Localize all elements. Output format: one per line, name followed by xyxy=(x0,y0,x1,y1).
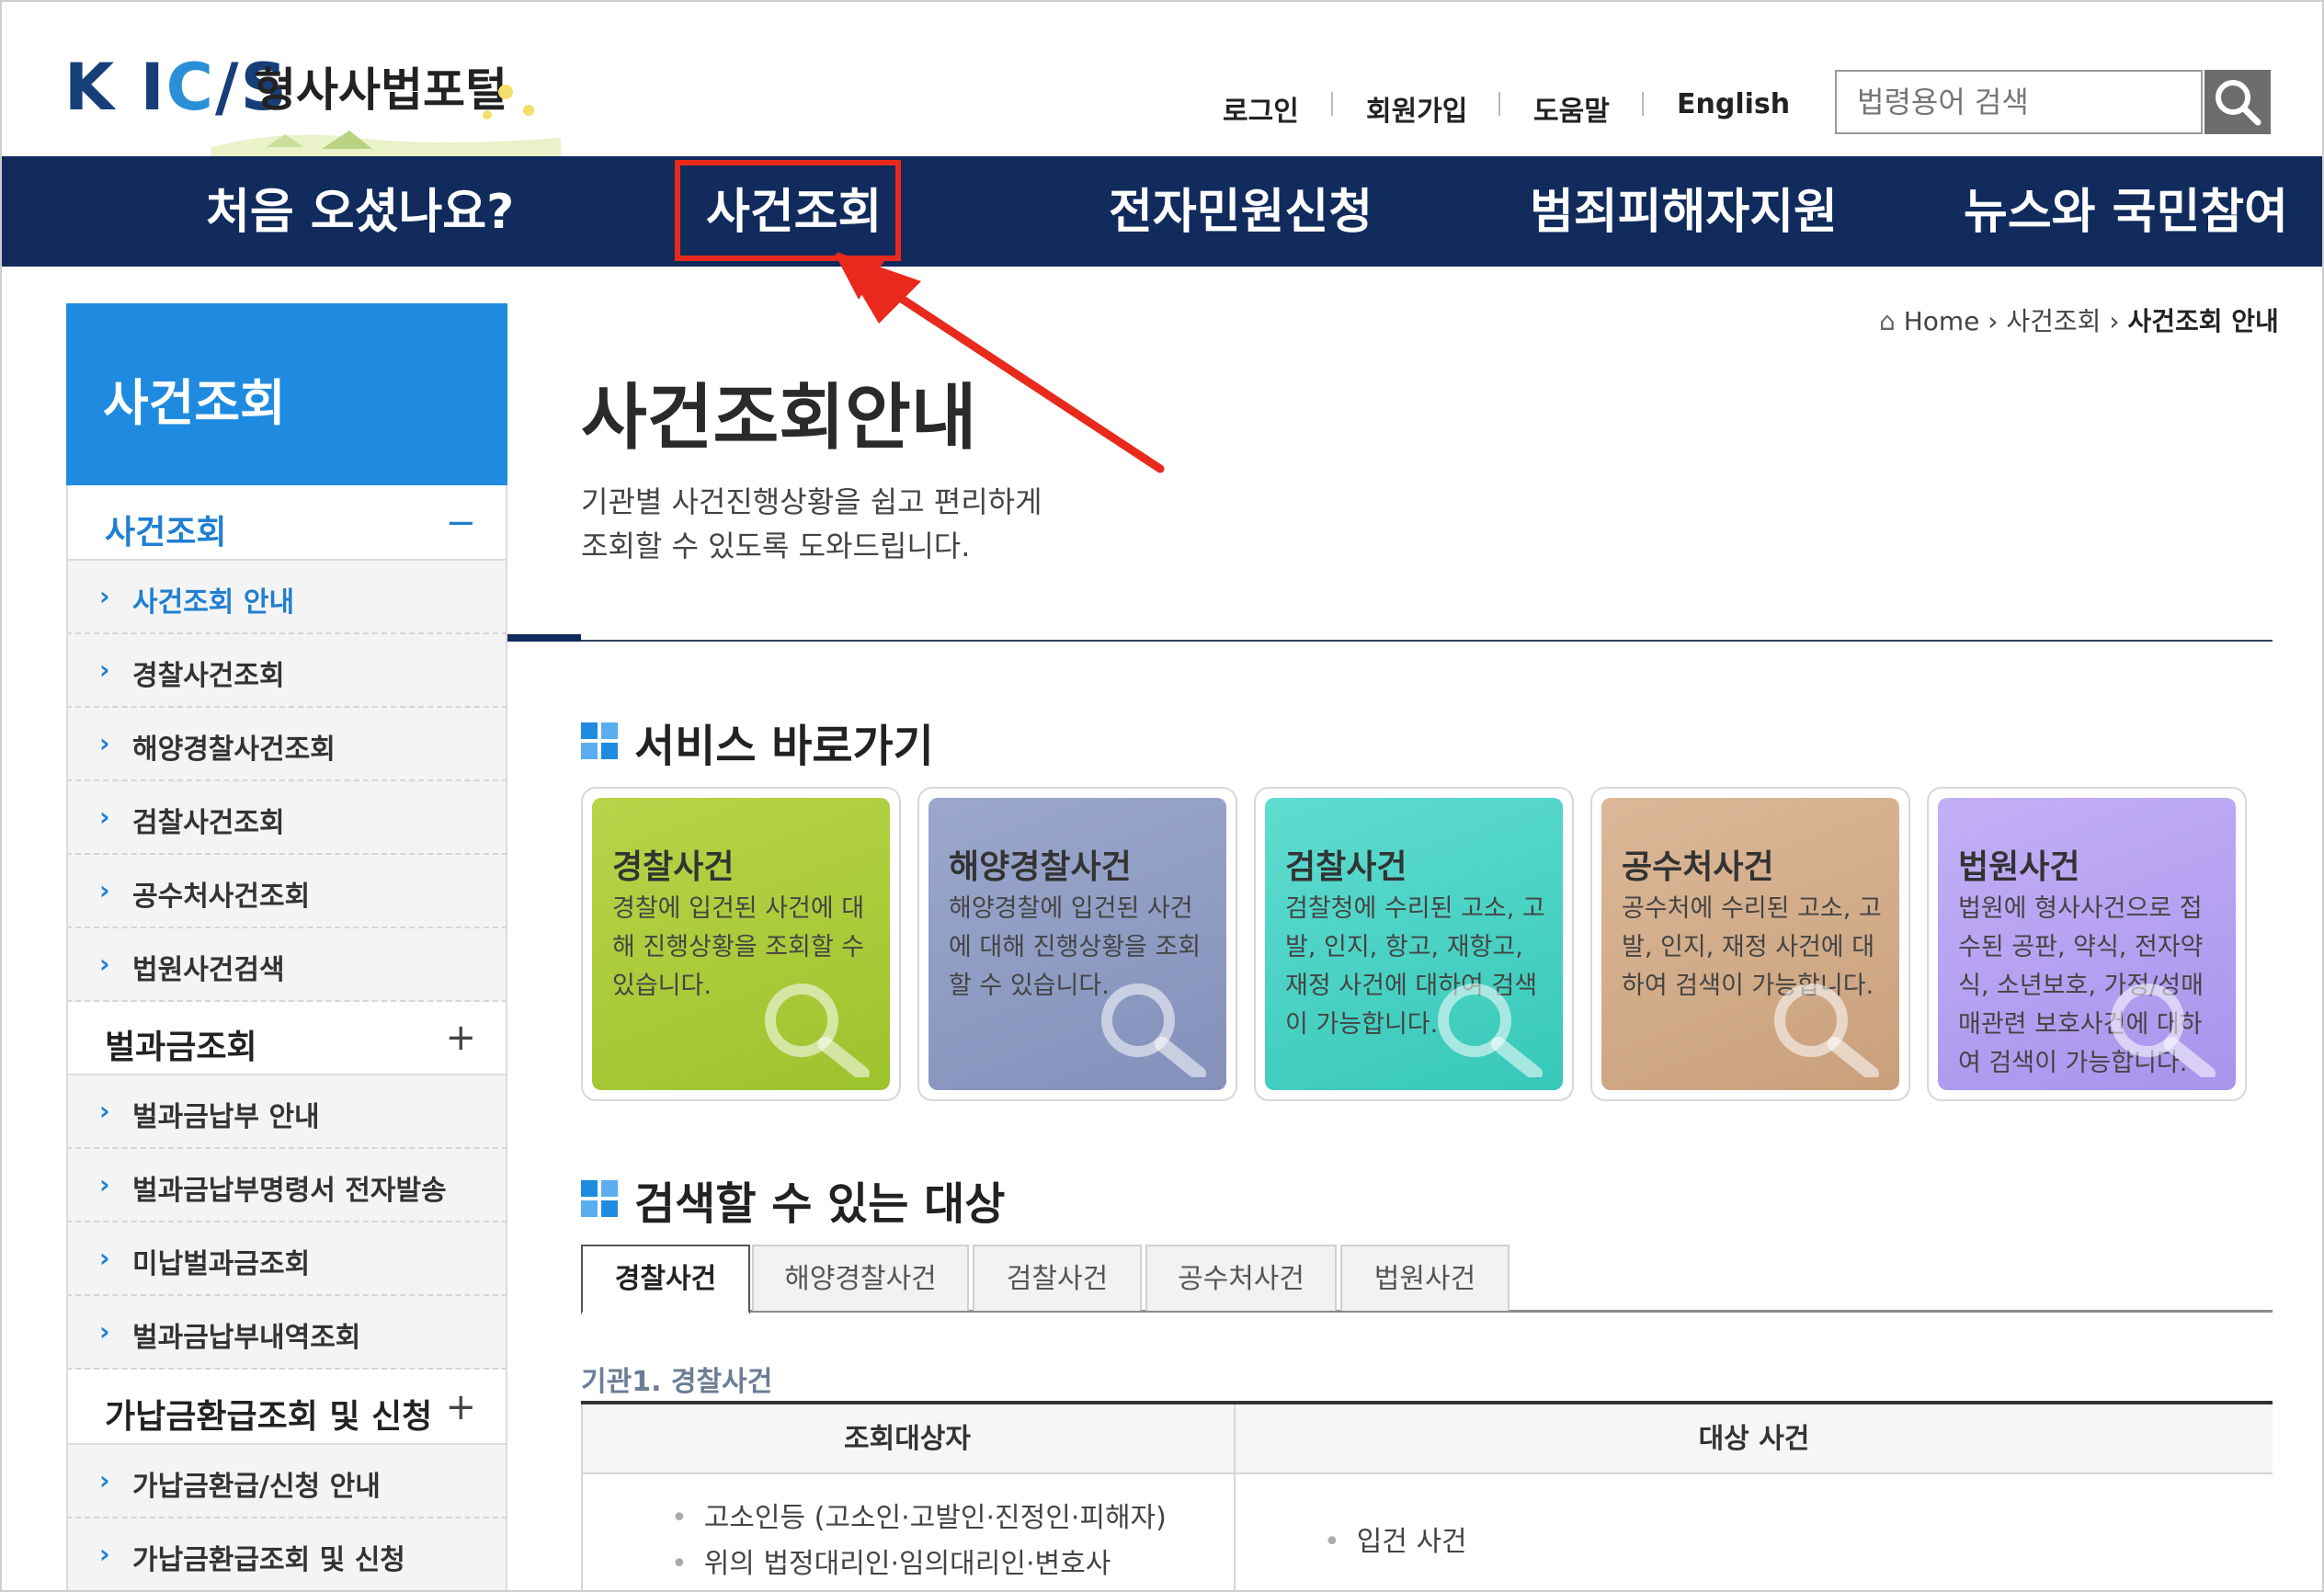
link-separator xyxy=(1642,92,1644,116)
chevron-right-icon: › xyxy=(99,875,110,905)
sidebar-item-cio-case[interactable]: › 공수처사건조회 xyxy=(66,855,507,928)
tab-court[interactable]: 법원사건 xyxy=(1340,1245,1509,1311)
service-card-cio[interactable]: 공수처사건 공수처에 수리된 고소, 고발, 인지, 재정 사건에 대하여 검색… xyxy=(1590,787,1910,1101)
breadcrumb-level1[interactable]: 사건조회 xyxy=(2006,306,2101,336)
list-item: 위의 법정대리인·임의대리인·변호사 xyxy=(671,1541,1111,1581)
magnifier-icon xyxy=(1774,984,1879,1077)
table-header-target-case: 대상 사건 xyxy=(1236,1404,2273,1474)
sidebar-title: 사건조회 xyxy=(103,374,286,432)
sidebar-item-fine-history[interactable]: › 벌과금납부내역조회 xyxy=(66,1296,507,1370)
sidebar-item-court-case[interactable]: › 법원사건검색 xyxy=(66,928,507,1002)
chevron-right-icon: › xyxy=(99,1243,110,1273)
service-card-police[interactable]: 경찰사건 경찰에 입건된 사건에 대해 진행상황을 조회할 수 있습니다. xyxy=(581,787,901,1101)
nav-first-visit[interactable]: 처음 오셨나요? xyxy=(206,173,514,242)
chevron-right-icon: › xyxy=(99,1316,110,1347)
sidebar-item-unpaid-fines[interactable]: › 미납벌과금조회 xyxy=(66,1222,507,1296)
search-icon xyxy=(2216,80,2261,126)
sidebar-item-fine-order-electronic[interactable]: › 벌과금납부명령서 전자발송 xyxy=(66,1149,507,1222)
chevron-right-icon: › xyxy=(99,581,110,611)
breadcrumb-current: 사건조회 안내 xyxy=(2127,306,2279,336)
chevron-right-icon: › xyxy=(99,654,110,685)
breadcrumb-home[interactable]: Home xyxy=(1904,306,1980,336)
expand-icon[interactable]: + xyxy=(445,1386,476,1428)
sidebar-header: 사건조회 xyxy=(66,303,507,485)
title-divider-accent xyxy=(507,634,581,642)
targets-section-title: 검색할 수 있는 대상 xyxy=(634,1178,1006,1230)
help-link[interactable]: 도움말 xyxy=(1533,88,1610,129)
tab-cio[interactable]: 공수처사건 xyxy=(1145,1245,1337,1311)
search-button[interactable] xyxy=(2204,70,2271,134)
tab-prosecution[interactable]: 검찰사건 xyxy=(973,1245,1142,1311)
nav-e-petition[interactable]: 전자민원신청 xyxy=(1109,173,1373,242)
collapse-icon[interactable]: − xyxy=(445,502,476,544)
nav-highlight-box xyxy=(675,160,901,261)
glossary-search-input[interactable] xyxy=(1855,72,2199,132)
sidebar-group-fines[interactable]: 벌과금조회 + xyxy=(66,1004,507,1075)
list-item: 고소인등 (고소인·고발인·진정인·피해자) xyxy=(671,1495,1167,1535)
services-section-title: 서비스 바로가기 xyxy=(634,721,934,772)
link-separator xyxy=(1498,92,1500,116)
sidebar-group-provisional-refund[interactable]: 가납금환급조회 및 신청 + xyxy=(66,1373,507,1445)
sidebar-item-fine-payment-guide[interactable]: › 벌과금납부 안내 xyxy=(66,1075,507,1149)
glossary-search-box xyxy=(1835,70,2203,134)
sidebar-item-prosecution-case[interactable]: › 검찰사건조회 xyxy=(66,781,507,855)
signup-link[interactable]: 회원가입 xyxy=(1366,88,1467,129)
service-card-court[interactable]: 법원사건 법원에 형사사건으로 접수된 공판, 약식, 전자약식, 소년보호, … xyxy=(1927,787,2247,1101)
chevron-right-icon: › xyxy=(99,1096,110,1126)
service-card-prosecution[interactable]: 검찰사건 검찰청에 수리된 고소, 고발, 인지, 항고, 재항고, 재정 사건… xyxy=(1254,787,1574,1101)
home-icon[interactable]: ⌂ xyxy=(1879,306,1896,336)
chevron-right-icon: › xyxy=(2109,306,2120,336)
breadcrumb: ⌂ Home › 사건조회 › 사건조회 안내 xyxy=(1879,301,2279,338)
table-column-divider xyxy=(1234,1404,1236,1592)
nav-news-participation[interactable]: 뉴스와 국민참여 xyxy=(1964,173,2288,242)
page-description: 기관별 사건진행상황을 쉽고 편리하게 조회할 수 있도록 도와드립니다. xyxy=(581,484,1042,563)
chevron-right-icon: › xyxy=(99,949,110,979)
section-grid-icon xyxy=(581,722,618,759)
sidebar-item-case-inquiry-guide[interactable]: › 사건조회 안내 xyxy=(66,561,507,634)
sidebar-item-police-case[interactable]: › 경찰사건조회 xyxy=(66,634,507,708)
title-divider xyxy=(507,640,2273,642)
chevron-right-icon: › xyxy=(99,1169,110,1200)
chevron-right-icon: › xyxy=(99,1465,110,1495)
agency-subtitle: 기관1. 경찰사건 xyxy=(581,1366,773,1398)
section-grid-icon xyxy=(581,1180,618,1217)
tab-police[interactable]: 경찰사건 xyxy=(581,1245,750,1314)
table-left-border xyxy=(581,1404,583,1592)
table-header-target-person: 조회대상자 xyxy=(581,1404,1234,1474)
sidebar-item-refund-guide[interactable]: › 가납금환급/신청 안내 xyxy=(66,1445,507,1518)
magnifier-icon xyxy=(765,984,870,1077)
page-title: 사건조회안내 xyxy=(581,377,977,460)
service-card-coastguard[interactable]: 해양경찰사건 해양경찰에 입건된 사건에 대해 진행상황을 조회할 수 있습니다… xyxy=(917,787,1237,1101)
sidebar-item-refund-apply[interactable]: › 가납금환급조회 및 신청 xyxy=(66,1518,507,1592)
sidebar-group-case-inquiry[interactable]: 사건조회 − xyxy=(66,489,507,561)
tab-coastguard[interactable]: 해양경찰사건 xyxy=(752,1245,969,1311)
expand-icon[interactable]: + xyxy=(445,1017,476,1059)
chevron-right-icon: › xyxy=(99,1539,110,1569)
login-link[interactable]: 로그인 xyxy=(1223,88,1299,129)
list-item: 입건 사건 xyxy=(1324,1518,1467,1559)
logo-decoration-icon xyxy=(211,85,561,156)
chevron-right-icon: › xyxy=(1988,306,1999,336)
magnifier-icon xyxy=(2111,984,2216,1077)
magnifier-icon xyxy=(1101,984,1206,1077)
link-separator xyxy=(1331,92,1333,116)
chevron-right-icon: › xyxy=(99,802,110,832)
nav-victim-support[interactable]: 범죄피해자지원 xyxy=(1530,173,1838,242)
chevron-right-icon: › xyxy=(99,728,110,758)
english-link[interactable]: English xyxy=(1677,88,1790,120)
sidebar-item-coastguard-case[interactable]: › 해양경찰사건조회 xyxy=(66,708,507,781)
magnifier-icon xyxy=(1438,984,1543,1077)
